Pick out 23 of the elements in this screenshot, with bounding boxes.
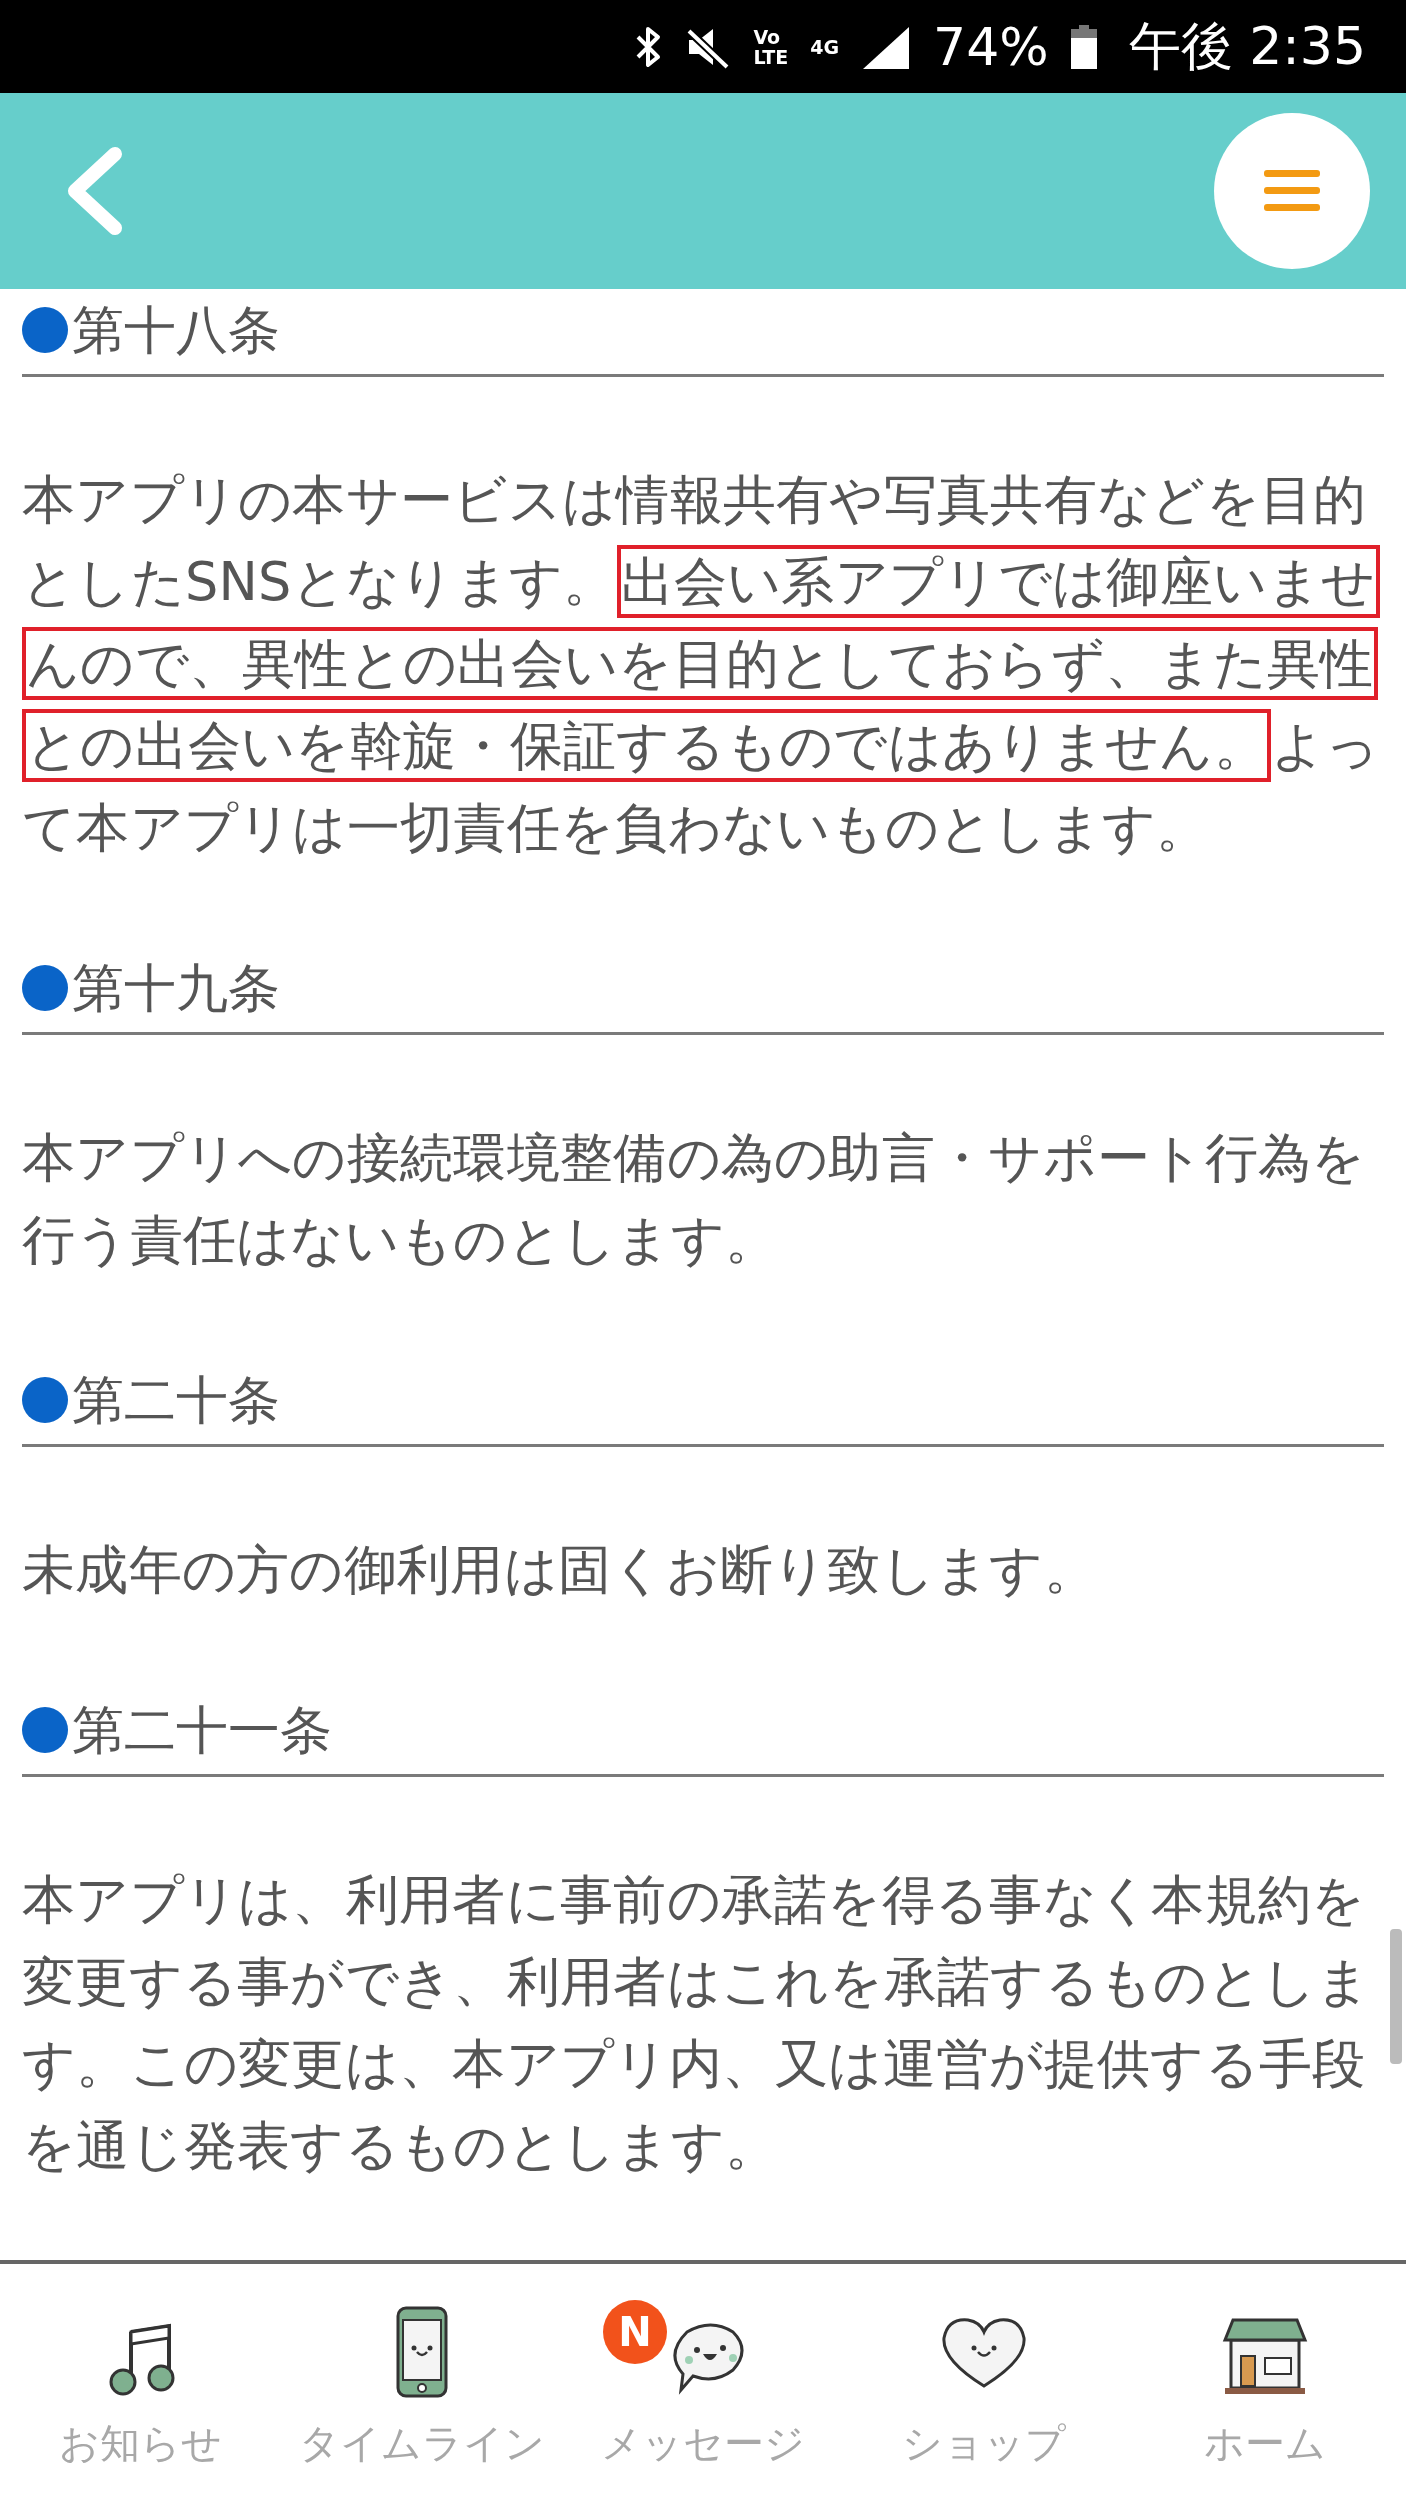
network-indicator: Vo LTE xyxy=(753,26,789,67)
article-heading: 第十九条 xyxy=(72,957,280,1020)
nav-tab[interactable]: ホーム xyxy=(1124,2264,1406,2500)
notification-badge: N xyxy=(603,2300,667,2364)
nav-tab[interactable]: お知らせ xyxy=(0,2264,282,2500)
data-indicator: 4G xyxy=(810,36,840,57)
article-heading: 第十八条 xyxy=(72,299,280,362)
article-text: 本アプリへの接続環境整備の為の助言・サポート行為を行う責任はないものとします。 xyxy=(21,1126,1367,1272)
clock: 午後 2:35 xyxy=(1128,14,1366,78)
nav-tab[interactable]: ショップ xyxy=(843,2264,1125,2500)
bullet-icon xyxy=(22,965,68,1011)
article-text: 本アプリは、利用者に事前の承諾を得る事なく本規約を変更する事ができ、利用者はこれを承諾するものとします。この変更は、本アプリ内、又は運営が提供する手段を通じ発表するものとします。 xyxy=(21,1868,1372,2178)
bullet-icon xyxy=(22,307,68,353)
bullet-icon xyxy=(22,1707,68,1753)
scrollbar[interactable] xyxy=(1390,1929,1402,2064)
article-heading: 第二十条 xyxy=(72,1369,280,1432)
article-text: 未成年の方の御利用は固くお断り致します。 xyxy=(21,1538,1098,1602)
battery-percent: 74% xyxy=(933,16,1049,77)
nav-tab[interactable]: N メッセージ xyxy=(562,2264,844,2500)
battery-icon xyxy=(1070,24,1097,69)
nav-tab[interactable]: タイムライン xyxy=(281,2264,563,2500)
bullet-icon xyxy=(22,1377,68,1423)
article-heading: 第二十一条 xyxy=(72,1699,332,1762)
